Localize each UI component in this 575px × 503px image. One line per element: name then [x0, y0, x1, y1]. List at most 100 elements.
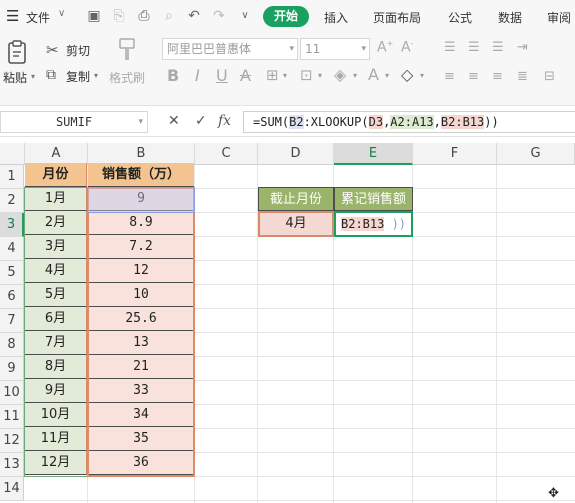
cell-a7[interactable]: 6月	[25, 307, 87, 331]
cell-b13[interactable]: 36	[88, 451, 194, 475]
eraser-icon[interactable]: ◇	[401, 65, 413, 84]
tab-review[interactable]: 审阅	[547, 9, 571, 26]
cell-d2[interactable]: 截止月份	[258, 187, 334, 211]
align-top-icon[interactable]: ☰	[444, 40, 456, 55]
row-header-3[interactable]: 3	[0, 213, 24, 237]
redo-icon[interactable]: ↷	[210, 7, 228, 25]
cell-b6[interactable]: 10	[88, 283, 194, 307]
cell-a5[interactable]: 4月	[25, 259, 87, 283]
row-header-8[interactable]: 8	[0, 333, 24, 357]
cell-a4[interactable]: 3月	[25, 235, 87, 259]
cell-e2[interactable]: 累记销售额	[334, 187, 413, 211]
cell-d3[interactable]: 4月	[258, 211, 334, 237]
row-header-1[interactable]: 1	[0, 165, 24, 189]
distribute-icon[interactable]: ⊟	[544, 69, 555, 84]
decrease-font-icon[interactable]: A-	[401, 39, 413, 56]
fill-color-dropdown-icon[interactable]: ▾	[353, 71, 357, 80]
copy-button[interactable]: 复制	[66, 68, 90, 85]
cell-a10[interactable]: 9月	[25, 379, 87, 403]
format-painter-button[interactable]: 格式刷	[109, 69, 145, 86]
font-color-dropdown-icon[interactable]: ▾	[385, 71, 389, 80]
align-bottom-icon[interactable]: ☰	[492, 40, 504, 55]
clear-dropdown-icon[interactable]: ▾	[420, 71, 424, 80]
save-icon[interactable]: ▣	[85, 7, 103, 25]
column-header-g[interactable]: G	[497, 143, 575, 165]
format-painter-icon[interactable]	[116, 37, 138, 63]
cell-a1[interactable]: 月份	[25, 163, 87, 187]
tab-home[interactable]: 开始	[263, 6, 309, 27]
row-header-6[interactable]: 6	[0, 285, 24, 309]
row-header-5[interactable]: 5	[0, 261, 24, 285]
row-header-2[interactable]: 2	[0, 189, 24, 213]
cell-b5[interactable]: 12	[88, 259, 194, 283]
cell-b11[interactable]: 34	[88, 403, 194, 427]
justify-icon[interactable]: ≣	[517, 69, 528, 84]
column-header-e[interactable]: E	[334, 143, 413, 165]
merge-dropdown-icon[interactable]: ▾	[318, 71, 322, 80]
cell-b2[interactable]: 9	[88, 187, 194, 211]
cell-a11[interactable]: 10月	[25, 403, 87, 427]
undo-icon[interactable]: ↶	[185, 7, 203, 25]
confirm-icon[interactable]: ✓	[195, 113, 207, 129]
align-middle-icon[interactable]: ☰	[468, 40, 480, 55]
paste-icon[interactable]	[6, 39, 30, 64]
column-header-d[interactable]: D	[258, 143, 334, 165]
export-icon[interactable]: ⎘	[110, 7, 128, 25]
borders-icon[interactable]: ⊞	[266, 66, 279, 84]
cell-b12[interactable]: 35	[88, 427, 194, 451]
cell-a2[interactable]: 1月	[25, 187, 87, 211]
row-header-7[interactable]: 7	[0, 309, 24, 333]
fill-color-icon[interactable]: ◈	[334, 65, 346, 84]
cell-b3[interactable]: 8.9	[88, 211, 194, 235]
cell-b10[interactable]: 33	[88, 379, 194, 403]
hamburger-menu-icon[interactable]: ☰	[6, 7, 19, 25]
more-tools-icon[interactable]: ∨	[236, 7, 254, 25]
tab-insert[interactable]: 插入	[324, 9, 348, 26]
cancel-icon[interactable]: ✕	[168, 113, 180, 129]
row-header-13[interactable]: 13	[0, 453, 24, 477]
align-right-icon[interactable]: ≡	[492, 69, 503, 84]
paste-dropdown-icon[interactable]: ▾	[31, 72, 35, 81]
copy-dropdown-icon[interactable]: ▾	[94, 71, 98, 80]
insert-function-icon[interactable]: fx	[218, 113, 231, 129]
tab-formulas[interactable]: 公式	[448, 9, 472, 26]
increase-font-icon[interactable]: A+	[377, 39, 393, 56]
copy-icon[interactable]: ⧉	[46, 67, 56, 83]
chevron-down-icon[interactable]: ∨	[58, 8, 65, 19]
bold-icon[interactable]: B	[167, 66, 179, 85]
cell-b8[interactable]: 13	[88, 331, 194, 355]
align-center-icon[interactable]: ≡	[468, 69, 479, 84]
select-all-corner[interactable]	[0, 143, 25, 165]
font-size-select[interactable]: 11 ▾	[300, 38, 370, 60]
font-color-icon[interactable]: A	[368, 65, 379, 84]
cell-b7[interactable]: 25.6	[88, 307, 194, 331]
cell-b4[interactable]: 7.2	[88, 235, 194, 259]
row-header-10[interactable]: 10	[0, 381, 24, 405]
formula-input[interactable]: =SUM(B2:XLOOKUP(D3,A2:A13,B2:B13))	[243, 111, 575, 133]
font-name-select[interactable]: 阿里巴巴普惠体 ▾	[162, 38, 298, 60]
borders-dropdown-icon[interactable]: ▾	[283, 71, 287, 80]
cell-a13[interactable]: 12月	[25, 451, 87, 475]
name-box[interactable]: SUMIF ▾	[0, 111, 148, 133]
indent-icon[interactable]: ⇥	[517, 40, 528, 55]
cell-a6[interactable]: 5月	[25, 283, 87, 307]
row-header-12[interactable]: 12	[0, 429, 24, 453]
scissors-icon[interactable]: ✂	[46, 41, 59, 59]
cell-b9[interactable]: 21	[88, 355, 194, 379]
cell-a9[interactable]: 8月	[25, 355, 87, 379]
align-left-icon[interactable]: ≡	[444, 69, 455, 84]
cell-b1[interactable]: 销售额（万）	[88, 163, 194, 187]
file-menu[interactable]: 文件	[26, 9, 50, 26]
italic-icon[interactable]: I	[195, 66, 200, 85]
row-header-9[interactable]: 9	[0, 357, 24, 381]
column-header-b[interactable]: B	[88, 143, 195, 165]
column-header-f[interactable]: F	[413, 143, 497, 165]
merge-icon[interactable]: ⊡	[300, 66, 313, 84]
row-header-14[interactable]: 14	[0, 477, 24, 501]
column-header-a[interactable]: A	[25, 143, 88, 165]
print-icon[interactable]: ⎙	[135, 7, 153, 25]
row-header-4[interactable]: 4	[0, 237, 24, 261]
cut-button[interactable]: 剪切	[66, 42, 90, 59]
cell-a3[interactable]: 2月	[25, 211, 87, 235]
tab-data[interactable]: 数据	[498, 9, 522, 26]
